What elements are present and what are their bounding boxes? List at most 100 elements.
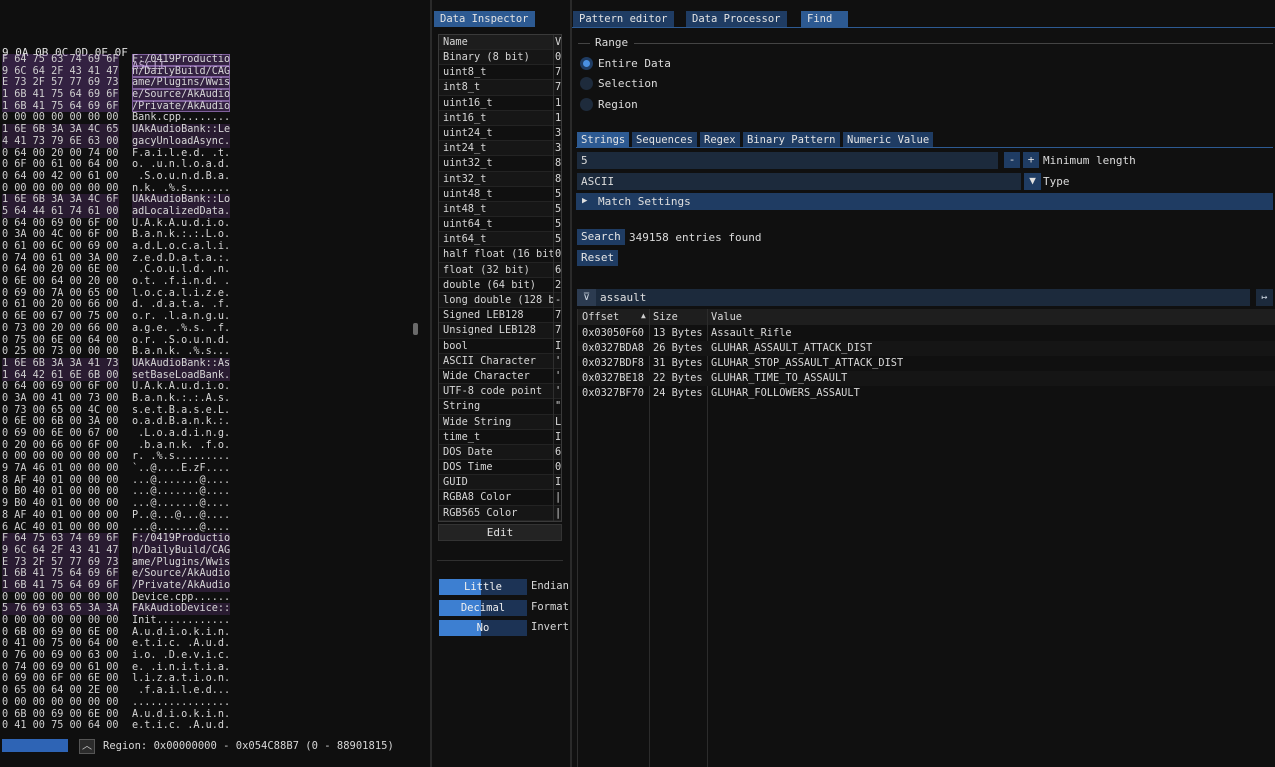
ascii-text[interactable]: gacyUnloadAsync.	[132, 135, 231, 148]
inspector-value[interactable]: 0	[553, 460, 563, 476]
ascii-text[interactable]: FAkAudioDevice::	[132, 603, 231, 616]
hex-bytes[interactable]: 9 B0 40 01 00 00 00	[2, 498, 119, 510]
result-row[interactable]: 0x03050F60 13 Bytes Assault_Rifle	[578, 326, 1275, 341]
hex-row[interactable]: 0 69 00 6E 00 67 00 .L.o.a.d.i.n.g.	[0, 428, 430, 440]
match-settings-header[interactable]: ▶ Match Settings	[576, 193, 1273, 210]
hex-bytes[interactable]: 8 AF 40 01 00 00 00	[2, 475, 119, 487]
hex-row[interactable]: 1 64 42 61 6E 6B 00 setBaseLoadBank.	[0, 369, 430, 382]
hex-row[interactable]: E 73 2F 57 77 69 73 ame/Plugins/Wwis	[0, 556, 430, 569]
ascii-text[interactable]: s.e.t.B.a.s.e.L.	[132, 405, 230, 417]
inspector-value[interactable]: 3	[553, 125, 563, 142]
increment-button[interactable]: +	[1023, 152, 1039, 168]
hex-bytes[interactable]: 0 6F 00 61 00 64 00	[2, 159, 119, 171]
hex-bytes[interactable]: 0 64 00 20 00 6E 00	[2, 264, 119, 276]
inspector-row[interactable]: float (32 bit) 6	[439, 262, 563, 278]
radio-button[interactable]	[580, 77, 593, 90]
hex-bytes[interactable]: 5 76 69 63 65 3A 3A	[2, 603, 119, 616]
hex-bytes[interactable]: 1 6B 41 75 64 69 6F	[2, 100, 119, 113]
hex-row[interactable]: 0 3A 00 41 00 73 00 B.a.n.k.:.:.A.s.	[0, 393, 430, 405]
inspector-row[interactable]: uint8_t 7	[439, 65, 561, 81]
hex-bytes[interactable]: 1 6B 41 75 64 69 6F	[2, 568, 119, 580]
hex-bytes[interactable]: 1 6E 6B 3A 3A 4C 65	[2, 124, 119, 136]
inspector-row[interactable]: uint48_t 5	[439, 186, 563, 202]
hex-row[interactable]: 1 6B 41 75 64 69 6F e/Source/AkAudio	[0, 568, 430, 580]
inspector-value[interactable]: '	[553, 353, 563, 369]
ascii-text[interactable]: U.A.k.A.u.d.i.o.	[132, 381, 230, 393]
hex-bytes[interactable]: 0 64 00 69 00 6F 00	[2, 218, 119, 230]
inspector-value[interactable]: 6	[553, 262, 563, 278]
ascii-text[interactable]: n.k. .%.s.......	[132, 183, 230, 195]
hex-row[interactable]: 0 64 00 42 00 61 00 .S.o.u.n.d.B.a.	[0, 171, 430, 183]
hex-bytes[interactable]: 0 74 00 61 00 3A 00	[2, 253, 119, 265]
inspector-value[interactable]: I	[553, 429, 563, 445]
inspector-row[interactable]: int16_t 1	[439, 110, 561, 126]
hex-row[interactable]: 8 AF 40 01 00 00 00 P..@...@...@....	[0, 510, 430, 522]
hex-row[interactable]: F 64 75 63 74 69 6F F:/0419Productio	[0, 533, 430, 545]
inspector-value[interactable]: '	[553, 368, 563, 385]
hex-bytes[interactable]: 1 6E 6B 3A 3A 4C 6F	[2, 194, 119, 206]
inspector-value[interactable]: "	[553, 399, 563, 415]
hex-bytes[interactable]: 5 64 44 61 74 61 00	[2, 205, 119, 218]
hex-bytes[interactable]: 0 69 00 7A 00 65 00	[2, 288, 119, 300]
hex-bytes[interactable]: 0 00 00 00 00 00 00	[2, 697, 119, 709]
hex-row[interactable]: 0 20 00 66 00 6F 00 .b.a.n.k. .f.o.	[0, 440, 430, 452]
hex-scrollbar-grab[interactable]	[413, 323, 418, 335]
tab-pattern-editor[interactable]: Pattern editor	[573, 11, 674, 27]
ascii-text[interactable]: l.i.z.a.t.i.o.n.	[132, 673, 230, 685]
inspector-value[interactable]: 5	[553, 186, 563, 202]
hex-bytes[interactable]: 0 73 00 20 00 66 00	[2, 323, 119, 335]
hex-row[interactable]: 9 B0 40 01 00 00 00 ...@.......@....	[0, 498, 430, 510]
inspector-value[interactable]: |	[553, 490, 563, 506]
inspector-value[interactable]: 3	[553, 141, 563, 157]
hex-row[interactable]: 0 00 00 00 00 00 00 Bank.cpp........	[0, 112, 430, 124]
hex-row[interactable]: 0 64 00 69 00 6F 00 U.A.k.A.u.d.i.o.	[0, 218, 430, 230]
hex-bytes[interactable]: 0 64 00 69 00 6F 00	[2, 381, 119, 393]
hex-row[interactable]: 0 00 00 00 00 00 00 Init............	[0, 615, 430, 627]
ascii-text[interactable]: e/Source/AkAudio	[132, 568, 231, 580]
ascii-text[interactable]: ame/Plugins/Wwis	[132, 77, 231, 90]
ascii-text[interactable]: .L.o.a.d.i.n.g.	[132, 428, 230, 440]
ascii-text[interactable]: /Private/AkAudio	[132, 579, 231, 592]
hex-row[interactable]: 0 41 00 75 00 64 00 e.t.i.c. .A.u.d.	[0, 638, 430, 650]
ascii-text[interactable]: .f.a.i.l.e.d...	[132, 685, 230, 697]
hex-row[interactable]: 1 6B 41 75 64 69 6F e/Source/AkAudio	[0, 89, 430, 101]
inspector-value[interactable]: 5	[553, 232, 563, 248]
hex-row[interactable]: 0 61 00 20 00 66 00 d. .d.a.t.a. .f.	[0, 299, 430, 311]
hex-bytes[interactable]: 1 6B 41 75 64 69 6F	[2, 89, 119, 101]
ascii-text[interactable]: ................	[132, 697, 230, 709]
ascii-text[interactable]: UAkAudioBank::As	[132, 357, 231, 370]
hex-row[interactable]: 0 61 00 6C 00 69 00 a.d.L.o.c.a.l.i.	[0, 241, 430, 253]
hex-row[interactable]: 6 AC 40 01 00 00 00 ...@.......@....	[0, 522, 430, 534]
inspector-row[interactable]: String "	[439, 399, 563, 415]
hex-bytes[interactable]: 0 64 00 42 00 61 00	[2, 171, 119, 183]
hex-bytes[interactable]: 1 64 42 61 6E 6B 00	[2, 369, 119, 382]
ascii-text[interactable]: F:/0419Productio	[132, 54, 231, 66]
tab-regex[interactable]: Regex	[700, 132, 740, 148]
hex-bytes[interactable]: 0 00 00 00 00 00 00	[2, 112, 119, 124]
hex-row[interactable]: E 73 2F 57 77 69 73 ame/Plugins/Wwis	[0, 77, 430, 90]
ascii-text[interactable]: ...@.......@....	[132, 498, 230, 510]
invert-slider[interactable]: No	[439, 620, 527, 636]
hex-bytes[interactable]: 0 74 00 69 00 61 00	[2, 662, 119, 674]
ascii-text[interactable]: e/Source/AkAudio	[132, 89, 231, 101]
hex-row[interactable]: 0 64 00 20 00 74 00 F.a.i.l.e.d. .t.	[0, 148, 430, 160]
hex-bytes[interactable]: 9 6C 64 2F 43 41 47	[2, 65, 119, 78]
hex-bytes[interactable]: 0 3A 00 41 00 73 00	[2, 393, 119, 405]
ascii-text[interactable]: l.o.c.a.l.i.z.e.	[132, 288, 230, 300]
hex-row[interactable]: 0 6B 00 69 00 6E 00 A.u.d.i.o.k.i.n.	[0, 627, 430, 639]
hex-bytes[interactable]: F 64 75 63 74 69 6F	[2, 54, 119, 66]
inspector-value[interactable]: 0	[553, 247, 563, 263]
inspector-value[interactable]: 8	[553, 171, 563, 187]
ascii-text[interactable]: Bank.cpp........	[132, 112, 230, 124]
inspector-value[interactable]: 0	[553, 50, 563, 66]
ascii-text[interactable]: .S.o.u.n.d.B.a.	[132, 171, 230, 183]
ascii-text[interactable]: UAkAudioBank::Le	[132, 124, 231, 136]
hex-row[interactable]: 0 6F 00 61 00 64 00 o. .u.n.l.o.a.d.	[0, 159, 430, 171]
ascii-text[interactable]: o.r. .l.a.n.g.u.	[132, 311, 230, 323]
inspector-row[interactable]: RGB565 Color |	[439, 505, 563, 521]
inspector-value[interactable]: 2	[553, 277, 563, 294]
inspector-value[interactable]: |	[553, 505, 563, 521]
hex-bytes[interactable]: 0 75 00 6E 00 64 00	[2, 335, 119, 347]
hex-row[interactable]: 0 73 00 20 00 66 00 a.g.e. .%.s. .f.	[0, 323, 430, 335]
inspector-row[interactable]: int24_t 3	[439, 141, 563, 157]
